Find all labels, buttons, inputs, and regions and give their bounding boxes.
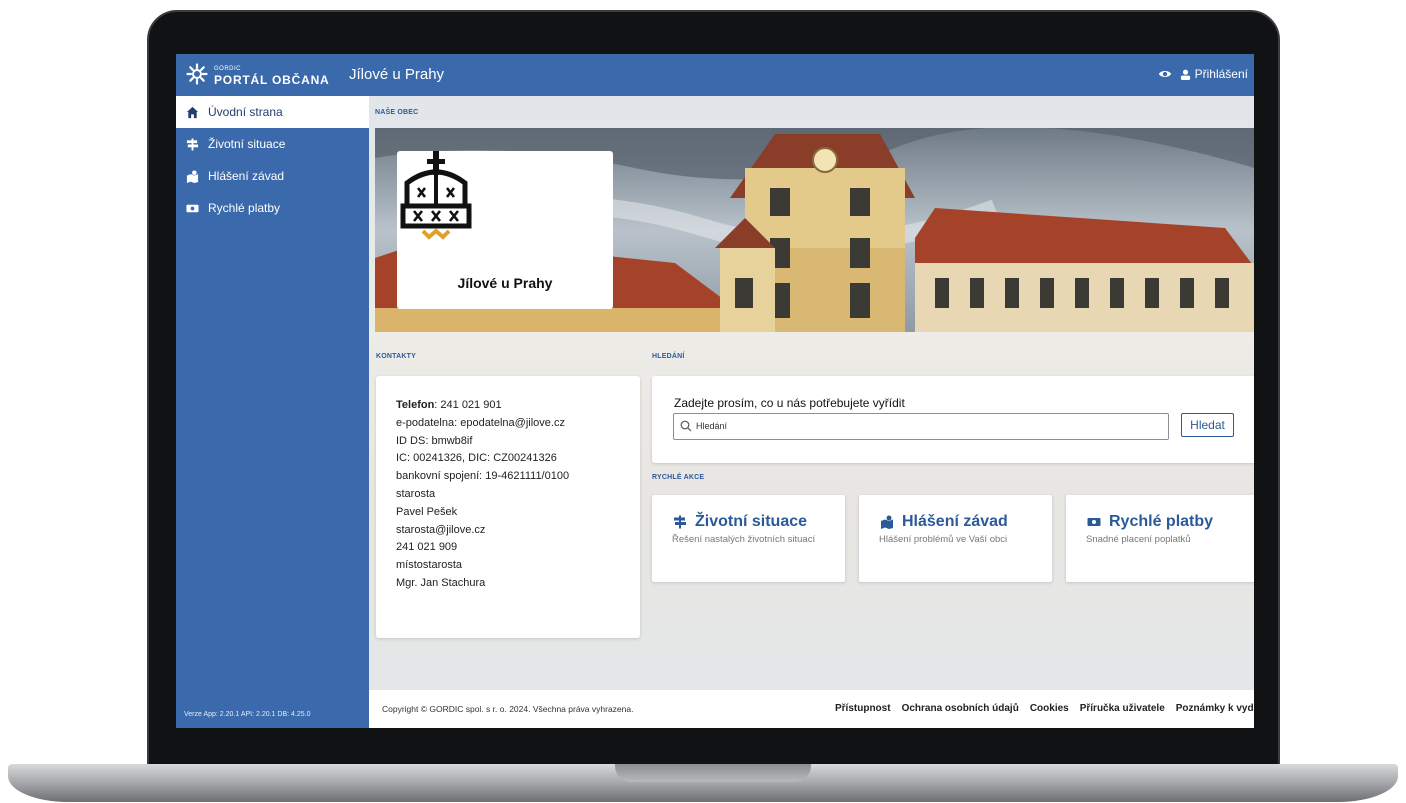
laptop-notch [615, 764, 811, 782]
footer-link-accessibility[interactable]: Přístupnost [835, 703, 891, 714]
sidebar-item-label: Rychlé platby [208, 201, 281, 215]
search-input[interactable]: Hledání [673, 413, 1169, 440]
login-label: Přihlášení [1194, 67, 1248, 81]
crown-emblem-icon [400, 151, 472, 240]
action-title: Hlášení závad [879, 513, 1032, 531]
contacts-card: Telefon: 241 021 901 e-podatelna: epodat… [376, 376, 640, 638]
action-desc: Snadné placení poplatků [1086, 534, 1191, 545]
action-card-life-situations[interactable]: Životní situace Řešení nastalých životní… [652, 495, 845, 582]
sidebar-item-home[interactable]: Úvodní strana [176, 96, 369, 128]
section-label-obec: NAŠE OBEC [375, 109, 419, 116]
login-button[interactable]: Přihlášení [1180, 67, 1248, 81]
search-question: Zadejte prosím, co u nás potřebujete vyř… [674, 396, 905, 410]
section-label-search: HLEDÁNÍ [652, 353, 685, 360]
town-name: Jílové u Prahy [457, 275, 553, 291]
hero-banner: Jílové u Prahy [375, 128, 1254, 332]
brand-small-text: GORDIC [214, 66, 241, 72]
contact-line: e-podatelna: epodatelna@jilove.cz [396, 416, 565, 429]
contact-line: starosta@jilove.cz [396, 523, 486, 536]
gordic-logo-icon [186, 63, 208, 85]
action-desc: Řešení nastalých životních situací [672, 534, 816, 545]
money-icon [186, 204, 199, 212]
action-card-payments[interactable]: Rychlé platby Snadné placení poplatků [1066, 495, 1254, 582]
phone-value: : 241 021 901 [434, 399, 502, 411]
sidebar-item-payments[interactable]: Rychlé platby [176, 192, 369, 224]
home-icon [186, 106, 199, 118]
signpost-icon [674, 515, 686, 529]
footer-link-manual[interactable]: Příručka uživatele [1080, 703, 1165, 714]
action-card-report[interactable]: Hlášení závad Hlášení problémů ve Vaší o… [859, 495, 1052, 582]
search-card: Zadejte prosím, co u nás potřebujete vyř… [652, 376, 1254, 463]
footer-links: Přístupnost Ochrana osobních údajů Cooki… [835, 703, 1254, 714]
eye-icon[interactable] [1158, 67, 1172, 81]
action-title: Životní situace [672, 513, 825, 531]
sidebar-item-label: Životní situace [208, 137, 286, 151]
footer-link-release-notes[interactable]: Poznámky k vydání [1176, 703, 1254, 714]
contact-line: Mgr. Jan Stachura [396, 576, 486, 589]
sidebar: Úvodní strana Životní situace Hlášení zá… [176, 96, 369, 728]
footer-link-cookies[interactable]: Cookies [1030, 703, 1069, 714]
top-right-controls: Přihlášení [1158, 67, 1248, 81]
sidebar-item-label: Úvodní strana [208, 105, 283, 119]
contact-phone: Telefon: 241 021 901 [396, 397, 620, 415]
user-icon [1180, 69, 1190, 80]
app-screen: GORDIC PORTÁL OBČANA Jílové u Prahy Přih… [176, 54, 1254, 728]
search-placeholder: Hledání [696, 421, 728, 431]
action-title-text: Životní situace [695, 513, 808, 530]
section-label-actions: RYCHLÉ AKCE [652, 474, 705, 481]
action-title-text: Hlášení závad [902, 513, 1008, 530]
town-logo-card: Jílové u Prahy [397, 151, 613, 309]
section-label-contacts: KONTAKTY [376, 353, 416, 360]
brand-logo[interactable]: GORDIC PORTÁL OBČANA [186, 63, 336, 87]
footer-link-privacy[interactable]: Ochrana osobních údajů [902, 703, 1019, 714]
main-content: NAŠE OBEC Jílové u Prahy KONTAKTY HLEDÁN… [369, 96, 1254, 690]
action-title: Rychlé platby [1086, 513, 1239, 531]
contact-line: místostarosta [396, 559, 463, 572]
contact-line: IC: 00241326, DIC: CZ00241326 [396, 452, 557, 465]
contact-line: starosta [396, 487, 436, 500]
action-desc: Hlášení problémů ve Vaší obci [879, 534, 1008, 545]
signpost-icon [186, 137, 199, 151]
copyright-text: Copyright © GORDIC spol. s r. o. 2024. V… [382, 704, 634, 714]
sidebar-item-report[interactable]: Hlášení závad [176, 160, 369, 192]
footer: Copyright © GORDIC spol. s r. o. 2024. V… [369, 690, 1254, 728]
contact-line: Pavel Pešek [396, 505, 458, 518]
phone-label: Telefon [396, 399, 435, 411]
page-title: Jílové u Prahy [349, 66, 445, 83]
sidebar-item-life-situations[interactable]: Životní situace [176, 128, 369, 160]
sidebar-item-label: Hlášení závad [208, 169, 285, 183]
version-info: Verze App: 2.20.1 API: 2.20.1 DB: 4.25.0 [184, 711, 311, 718]
action-title-text: Rychlé platby [1109, 513, 1214, 530]
report-icon [186, 169, 199, 183]
search-button[interactable]: Hledat [1181, 413, 1234, 437]
contact-line: ID DS: bmwb8if [396, 434, 473, 447]
report-icon [881, 515, 893, 529]
contact-line: bankovní spojení: 19-4621111/0100 [396, 470, 570, 483]
top-bar: GORDIC PORTÁL OBČANA Jílové u Prahy Přih… [176, 54, 1254, 96]
search-icon [680, 420, 692, 432]
brand-name: PORTÁL OBČANA [214, 73, 330, 87]
money-icon [1087, 518, 1101, 526]
contact-line: 241 021 909 [396, 541, 458, 554]
